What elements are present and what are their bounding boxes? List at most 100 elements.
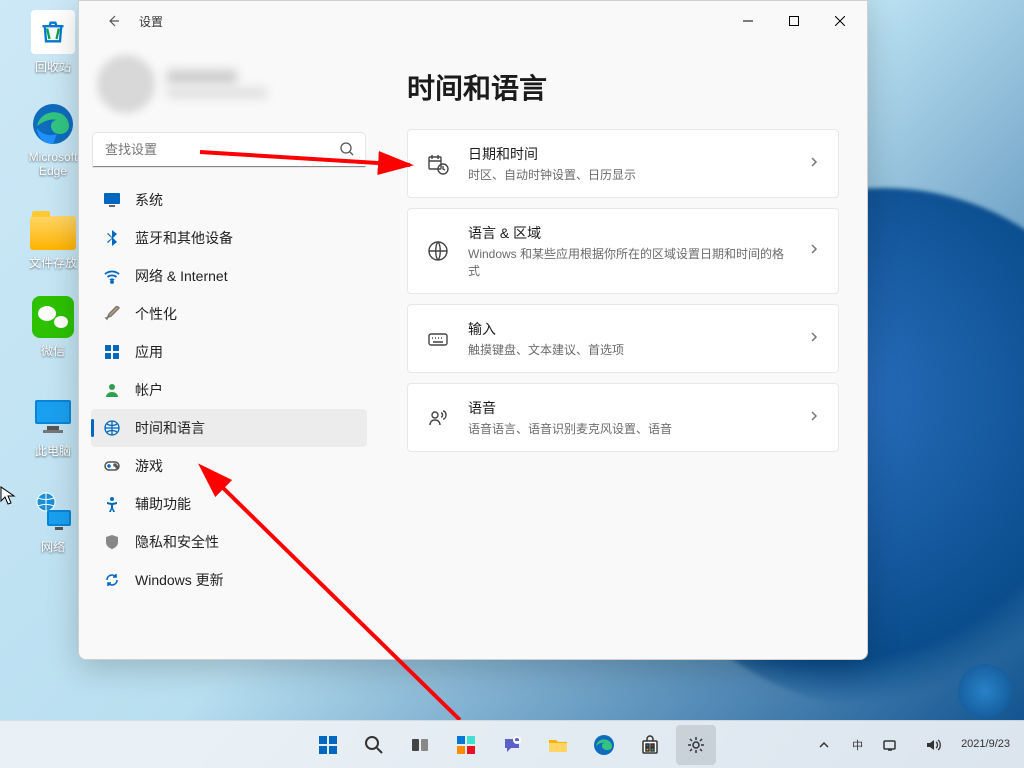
edge-icon	[31, 102, 75, 146]
bluetooth-icon	[103, 229, 121, 247]
nav-label: Windows 更新	[135, 570, 224, 590]
nav-system[interactable]: 系统	[91, 181, 367, 219]
card-subtitle: Windows 和某些应用根据你所在的区域设置日期和时间的格式	[468, 245, 790, 279]
nav-label: 应用	[135, 342, 163, 362]
card-title: 日期和时间	[468, 144, 790, 164]
card-subtitle: 语音语言、语音识别麦克风设置、语音	[468, 420, 790, 437]
explorer-button[interactable]	[538, 725, 578, 765]
desktop-icon-label: 微信	[41, 344, 65, 358]
titlebar[interactable]: 设置	[79, 1, 867, 41]
settings-button[interactable]	[676, 725, 716, 765]
card-title: 语言 & 区域	[468, 223, 790, 243]
nav-apps[interactable]: 应用	[91, 333, 367, 371]
nav-bluetooth[interactable]: 蓝牙和其他设备	[91, 219, 367, 257]
search-button[interactable]	[354, 725, 394, 765]
nav-label: 网络 & Internet	[135, 266, 228, 286]
nav-label: 游戏	[135, 456, 163, 476]
ime-indicator[interactable]: 中	[846, 737, 869, 753]
task-view-button[interactable]	[400, 725, 440, 765]
watermark-badge	[958, 664, 1012, 718]
monitor-icon	[31, 394, 75, 438]
chevron-right-icon	[808, 330, 820, 348]
apps-icon	[103, 343, 121, 361]
card-speech[interactable]: 语音语音语言、语音识别麦克风设置、语音	[407, 383, 839, 452]
taskbar[interactable]: 中 2021/9/23	[0, 720, 1024, 768]
card-title: 输入	[468, 319, 790, 339]
card-language-region[interactable]: 语言 & 区域Windows 和某些应用根据你所在的区域设置日期和时间的格式	[407, 208, 839, 294]
main-content: 时间和语言 日期和时间时区、自动时钟设置、日历显示 语言 & 区域Windows…	[379, 41, 867, 659]
desktop-icon-label: 网络	[41, 540, 65, 554]
desktop-icon-label: 回收站	[35, 60, 71, 74]
nav-accounts[interactable]: 帐户	[91, 371, 367, 409]
gamepad-icon	[103, 457, 121, 475]
nav-network[interactable]: 网络 & Internet	[91, 257, 367, 295]
accessibility-icon	[103, 495, 121, 513]
nav-label: 个性化	[135, 304, 177, 324]
nav-label: 蓝牙和其他设备	[135, 228, 233, 248]
widgets-button[interactable]	[446, 725, 486, 765]
search-icon	[339, 141, 355, 162]
avatar	[97, 55, 155, 113]
nav-label: 帐户	[135, 380, 163, 400]
window-title: 设置	[139, 13, 163, 30]
back-button[interactable]	[97, 5, 129, 37]
nav-personalization[interactable]: 个性化	[91, 295, 367, 333]
edge-button[interactable]	[584, 725, 624, 765]
tray-date: 2021/9/23	[961, 738, 1010, 751]
nav-privacy[interactable]: 隐私和安全性	[91, 523, 367, 561]
card-title: 语音	[468, 398, 790, 418]
account-name	[167, 70, 237, 84]
maximize-button[interactable]	[771, 1, 817, 41]
taskbar-center	[308, 725, 716, 765]
globe-clock-icon	[103, 419, 121, 437]
chat-button[interactable]	[492, 725, 532, 765]
desktop-icon-label: 此电脑	[35, 444, 71, 458]
nav-label: 辅助功能	[135, 494, 191, 514]
folder-icon	[30, 216, 76, 250]
wifi-icon	[103, 267, 121, 285]
start-button[interactable]	[308, 725, 348, 765]
search-box[interactable]	[93, 133, 365, 167]
card-date-time[interactable]: 日期和时间时区、自动时钟设置、日历显示	[407, 129, 839, 198]
update-icon	[103, 571, 121, 589]
card-subtitle: 时区、自动时钟设置、日历显示	[468, 166, 790, 183]
recycle-bin-icon	[31, 10, 75, 54]
system-tray[interactable]: 中 2021/9/23	[804, 725, 1024, 765]
network-icon	[31, 490, 75, 534]
wechat-icon	[32, 296, 74, 338]
chevron-right-icon	[808, 155, 820, 173]
volume-tray-icon[interactable]	[913, 725, 953, 765]
nav-label: 时间和语言	[135, 418, 205, 438]
close-button[interactable]	[817, 1, 863, 41]
nav-label: 系统	[135, 190, 163, 210]
nav-label: 隐私和安全性	[135, 532, 219, 552]
store-button[interactable]	[630, 725, 670, 765]
minimize-button[interactable]	[725, 1, 771, 41]
chevron-right-icon	[808, 242, 820, 260]
account-email	[167, 88, 267, 98]
card-typing[interactable]: 输入触摸键盘、文本建议、首选项	[407, 304, 839, 373]
nav-time-language[interactable]: 时间和语言	[91, 409, 367, 447]
tray-chevron-up-icon[interactable]	[804, 725, 844, 765]
page-heading: 时间和语言	[407, 67, 839, 107]
language-icon	[426, 239, 450, 263]
tray-clock[interactable]: 2021/9/23	[955, 738, 1016, 751]
nav-gaming[interactable]: 游戏	[91, 447, 367, 485]
clock-calendar-icon	[426, 152, 450, 176]
brush-icon	[103, 305, 121, 323]
shield-icon	[103, 533, 121, 551]
desktop-icon-label: Microsoft Edge	[29, 150, 78, 178]
nav-accessibility[interactable]: 辅助功能	[91, 485, 367, 523]
desktop-icon-label: 文件存放	[29, 256, 77, 270]
window-controls	[725, 1, 863, 41]
chevron-right-icon	[808, 409, 820, 427]
display-icon	[103, 191, 121, 209]
person-icon	[103, 381, 121, 399]
network-tray-icon[interactable]	[871, 725, 911, 765]
keyboard-icon	[426, 327, 450, 351]
card-subtitle: 触摸键盘、文本建议、首选项	[468, 341, 790, 358]
nav-windows-update[interactable]: Windows 更新	[91, 561, 367, 599]
account-header[interactable]	[91, 47, 367, 129]
sidebar: 系统 蓝牙和其他设备 网络 & Internet 个性化 应用 帐户 时间和语言…	[79, 41, 379, 659]
search-input[interactable]	[93, 133, 365, 167]
